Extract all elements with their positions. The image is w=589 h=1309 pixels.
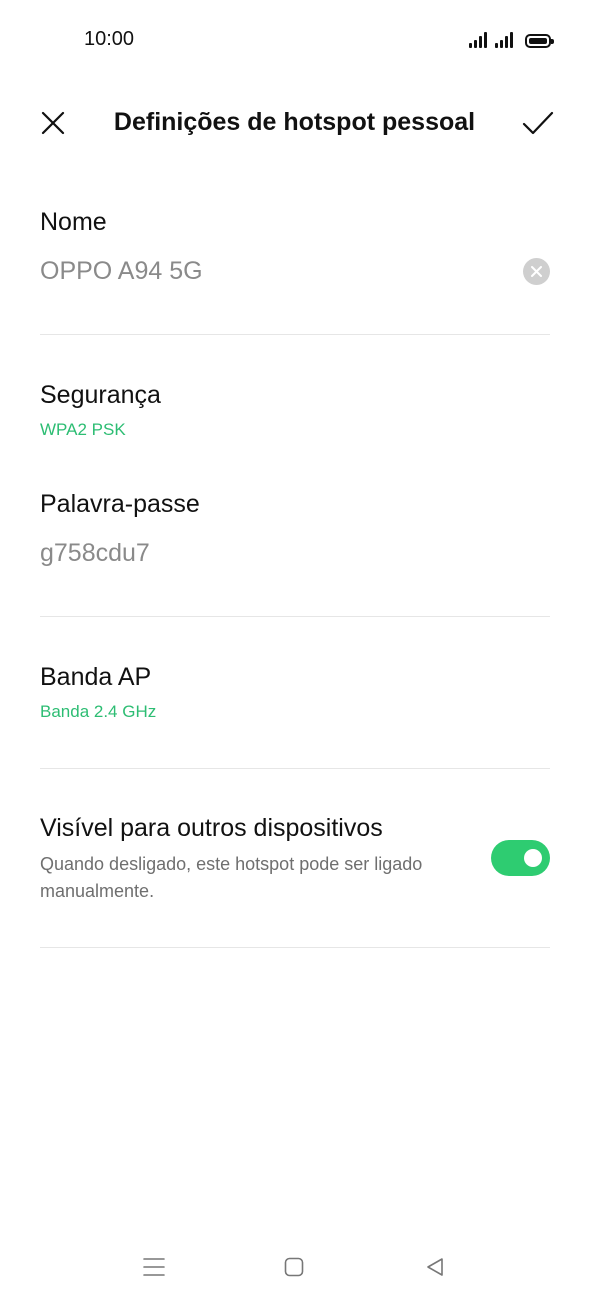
name-input[interactable]: OPPO A94 5G bbox=[40, 257, 550, 286]
visibility-description: Quando desligado, este hotspot pode ser … bbox=[40, 854, 423, 901]
divider bbox=[40, 616, 550, 617]
toggle-knob bbox=[524, 849, 542, 867]
divider bbox=[40, 947, 550, 948]
menu-icon bbox=[143, 1258, 165, 1276]
security-value: WPA2 PSK bbox=[40, 420, 126, 439]
navigation-bar bbox=[0, 1229, 589, 1309]
checkmark-icon bbox=[522, 111, 554, 135]
security-label: Segurança bbox=[40, 381, 161, 409]
confirm-button[interactable] bbox=[515, 100, 561, 146]
password-input[interactable]: g758cdu7 bbox=[40, 539, 550, 568]
back-button[interactable] bbox=[415, 1247, 455, 1287]
signal-icon bbox=[469, 32, 487, 48]
status-icons bbox=[469, 30, 554, 48]
security-setting[interactable]: Segurança WPA2 PSK bbox=[40, 381, 550, 440]
band-setting[interactable]: Banda AP Banda 2.4 GHz bbox=[40, 663, 550, 722]
clear-icon bbox=[531, 266, 542, 277]
status-bar: 10:00 bbox=[0, 0, 589, 80]
visibility-setting: Visível para outros dispositivos Quando … bbox=[40, 814, 470, 905]
home-button[interactable] bbox=[274, 1247, 314, 1287]
divider bbox=[40, 768, 550, 769]
page-title: Definições de hotspot pessoal bbox=[113, 108, 476, 136]
signal-icon bbox=[495, 32, 513, 48]
visibility-toggle[interactable] bbox=[491, 840, 550, 876]
menu-button[interactable] bbox=[134, 1247, 174, 1287]
name-field: Nome OPPO A94 5G bbox=[40, 208, 550, 286]
band-label: Banda AP bbox=[40, 663, 152, 691]
back-icon bbox=[427, 1258, 443, 1276]
name-label: Nome bbox=[40, 208, 107, 236]
password-label: Palavra-passe bbox=[40, 490, 200, 518]
status-time: 10:00 bbox=[84, 28, 135, 50]
band-value: Banda 2.4 GHz bbox=[40, 702, 157, 721]
visibility-label: Visível para outros dispositivos bbox=[40, 814, 383, 842]
divider bbox=[40, 334, 550, 335]
battery-icon bbox=[525, 34, 554, 48]
password-field: Palavra-passe g758cdu7 bbox=[40, 490, 550, 568]
home-icon bbox=[284, 1257, 304, 1277]
clear-button[interactable] bbox=[523, 258, 550, 285]
top-bar: Definições de hotspot pessoal bbox=[0, 90, 589, 156]
